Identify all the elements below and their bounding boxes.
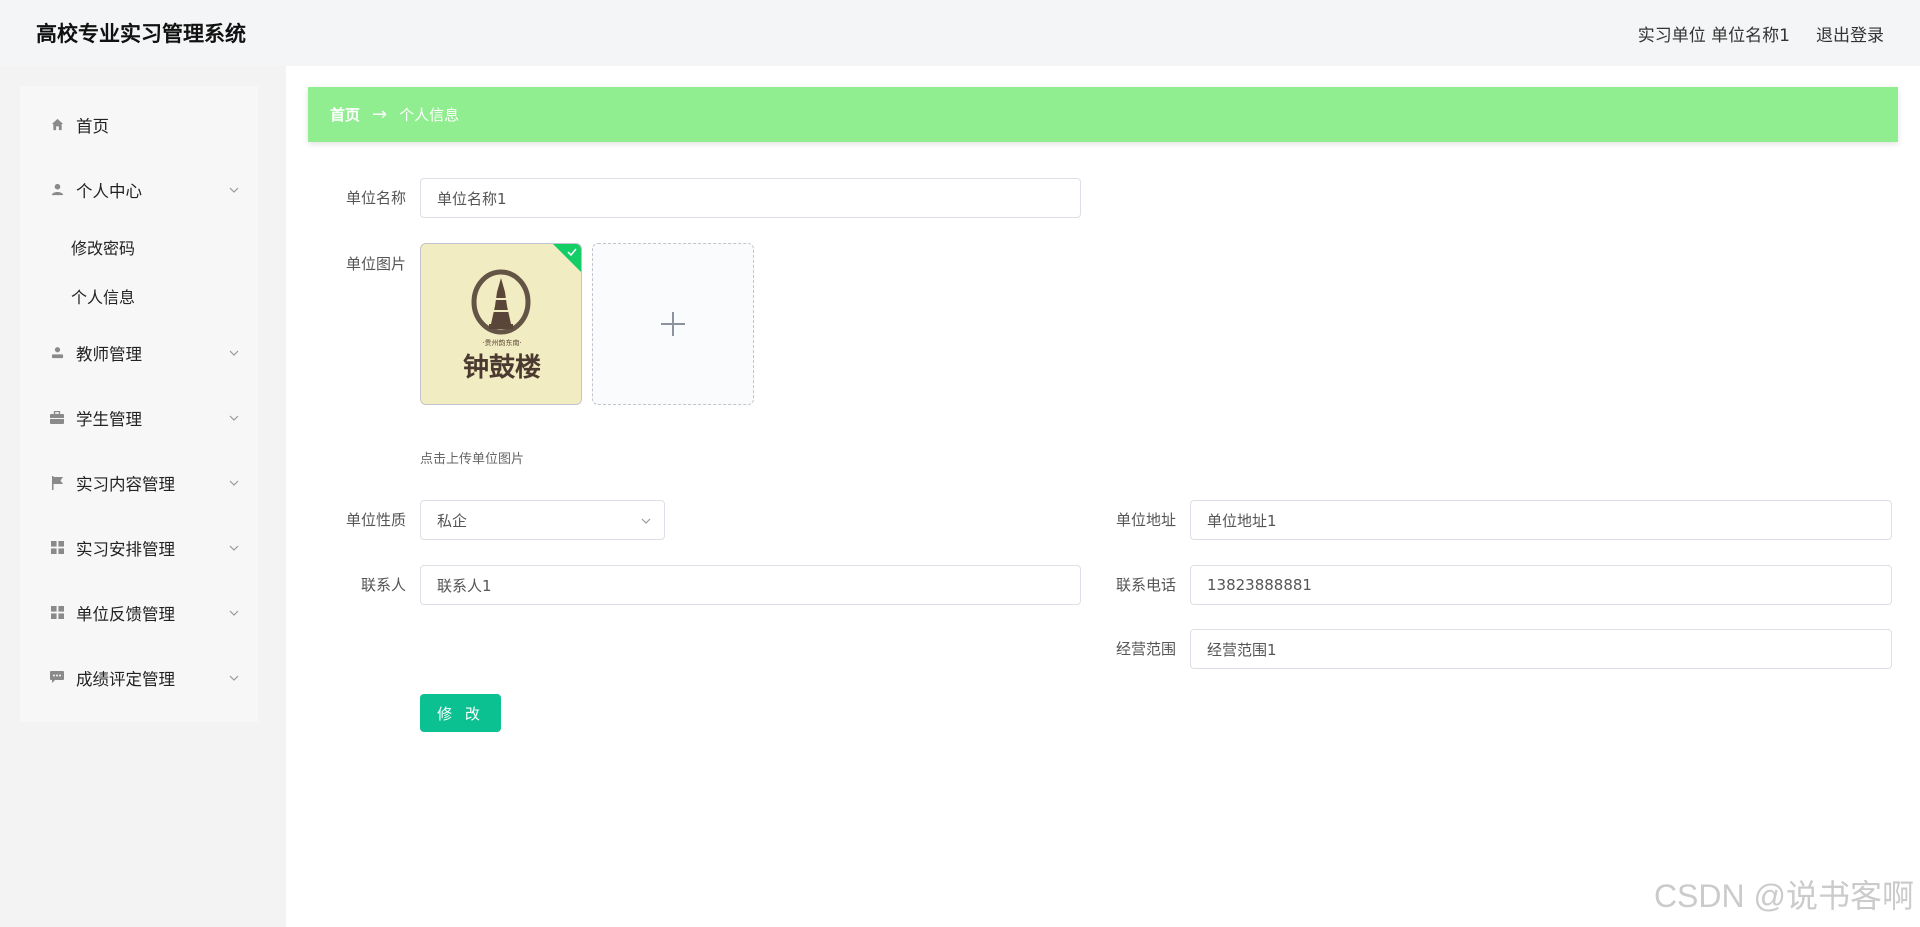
sidebar-item-label: 实习内容管理 — [76, 474, 175, 494]
flag-icon — [50, 475, 64, 490]
watermark: CSDN @说书客啊 — [1653, 878, 1914, 914]
upload-add-button[interactable] — [592, 243, 754, 405]
main-content: 首页 → 个人信息 单位名称 单位图片 ·贵州韵东南· 钟鼓楼 点击上传单位图片… — [286, 66, 1920, 927]
app-title: 高校专业实习管理系统 — [36, 22, 246, 46]
unit-name-label: 单位名称 — [345, 189, 406, 207]
sidebar-menu: 首页 个人中心 修改密码 个人信息 教师管理 学生管理 实习内容管理 实习安排管… — [20, 86, 258, 722]
grid-icon — [50, 606, 64, 620]
unit-nature-value: 私企 — [437, 511, 468, 530]
sidebar-item-home[interactable]: 首页 — [20, 92, 258, 157]
sidebar-item-label: 单位反馈管理 — [76, 604, 175, 624]
sidebar-item-label: 实习安排管理 — [76, 539, 175, 559]
sidebar-container: 首页 个人中心 修改密码 个人信息 教师管理 学生管理 实习内容管理 实习安排管… — [0, 66, 286, 927]
breadcrumb-current: 个人信息 — [399, 106, 460, 124]
sidebar-item-teacher-management[interactable]: 教师管理 — [20, 320, 258, 385]
chevron-up-icon — [229, 187, 239, 193]
sidebar-item-internship-content[interactable]: 实习内容管理 — [20, 450, 258, 515]
image-caption-line2: 钟鼓楼 — [463, 352, 541, 383]
home-icon — [50, 118, 64, 132]
upload-tip-text: 点击上传单位图片 — [420, 452, 525, 467]
teacher-icon — [50, 346, 64, 360]
sidebar-item-label: 首页 — [76, 116, 109, 136]
breadcrumb: 首页 → 个人信息 — [308, 87, 1898, 142]
sidebar-subitem-personal-info[interactable]: 个人信息 — [20, 271, 258, 320]
user-icon — [50, 183, 64, 197]
user-info: 实习单位 单位名称1 — [1637, 25, 1790, 46]
unit-address-input[interactable] — [1190, 500, 1892, 540]
business-scope-input[interactable] — [1190, 629, 1892, 669]
contact-phone-label: 联系电话 — [1115, 576, 1176, 594]
sidebar-item-student-management[interactable]: 学生管理 — [20, 385, 258, 450]
modify-button[interactable]: 修 改 — [420, 694, 501, 732]
sidebar-item-label: 教师管理 — [76, 344, 142, 364]
contact-phone-input[interactable] — [1190, 565, 1892, 605]
chevron-down-icon — [229, 350, 239, 356]
contact-person-label: 联系人 — [360, 576, 406, 594]
chevron-down-icon — [641, 518, 651, 524]
sidebar-item-label: 学生管理 — [76, 409, 142, 429]
chevron-down-icon — [229, 675, 239, 681]
briefcase-icon — [50, 411, 64, 425]
unit-nature-select[interactable]: 私企 — [420, 500, 665, 540]
sidebar-item-grade-evaluation[interactable]: 成绩评定管理 — [20, 645, 258, 710]
uploaded-image-thumbnail[interactable]: ·贵州韵东南· 钟鼓楼 — [420, 243, 582, 405]
check-icon — [567, 248, 577, 257]
business-scope-label: 经营范围 — [1115, 640, 1176, 658]
unit-nature-label: 单位性质 — [345, 511, 406, 529]
image-caption-line1: ·贵州韵东南· — [482, 338, 521, 347]
unit-address-label: 单位地址 — [1115, 511, 1176, 529]
unit-name-input[interactable] — [420, 178, 1081, 218]
sidebar-item-internship-schedule[interactable]: 实习安排管理 — [20, 515, 258, 580]
breadcrumb-separator: → — [372, 104, 388, 125]
plus-icon — [661, 312, 685, 336]
contact-person-input[interactable] — [420, 565, 1081, 605]
chevron-down-icon — [229, 610, 239, 616]
chat-icon — [50, 671, 64, 685]
sidebar-subitem-change-password[interactable]: 修改密码 — [20, 222, 258, 271]
header-right: 实习单位 单位名称1 退出登录 — [1638, 21, 1884, 46]
chevron-down-icon — [229, 415, 239, 421]
chevron-down-icon — [229, 480, 239, 486]
unit-image-label: 单位图片 — [345, 255, 406, 273]
sidebar-item-label: 成绩评定管理 — [76, 669, 175, 689]
sidebar-item-label: 个人中心 — [76, 181, 142, 201]
grid-icon — [50, 541, 64, 555]
breadcrumb-home[interactable]: 首页 — [330, 104, 360, 125]
chevron-down-icon — [229, 545, 239, 551]
sidebar-item-feedback-management[interactable]: 单位反馈管理 — [20, 580, 258, 645]
top-header: 高校专业实习管理系统 实习单位 单位名称1 退出登录 — [0, 0, 1920, 66]
sidebar-item-personal-center[interactable]: 个人中心 — [20, 157, 258, 222]
logout-link[interactable]: 退出登录 — [1816, 21, 1884, 46]
